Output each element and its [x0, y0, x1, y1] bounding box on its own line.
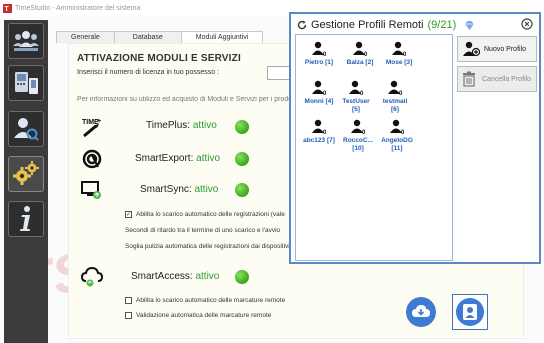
status-indicator-smartaccess: [235, 270, 249, 284]
svg-text:0: 0: [362, 130, 366, 135]
user-badge-icon: [463, 304, 477, 320]
sidebar-info-button[interactable]: [8, 201, 44, 237]
license-label: Inserisci il numero di licenza in tuo po…: [77, 69, 220, 76]
dialog-title-text: Gestione Profili Remoti: [311, 19, 424, 31]
timestudio-logo-icon: T: [3, 3, 12, 13]
sidebar: [4, 20, 48, 343]
dialog-title: Gestione Profili Remoti (9/21): [297, 19, 475, 31]
profile-item[interactable]: 0 Pietro [1]: [300, 41, 338, 67]
cloud-download-button[interactable]: [406, 297, 436, 327]
panel-heading: ATTIVAZIONE MODULI E SERVIZI: [77, 53, 241, 64]
profile-item[interactable]: 0 Balza [2]: [341, 41, 379, 67]
svg-text:T: T: [4, 4, 9, 13]
module-status: attivo: [194, 184, 219, 195]
user-icon: 0: [351, 119, 366, 136]
timeplus-icon: TIME +: [81, 116, 103, 138]
user-search-icon: [14, 118, 39, 141]
user-icon: 0: [388, 80, 403, 97]
remote-profiles-button[interactable]: [452, 294, 488, 330]
remote-profiles-dialog: Gestione Profili Remoti (9/21) 0 Pietro …: [289, 12, 541, 264]
profile-item[interactable]: 0 RoccoC... [10]: [341, 119, 375, 153]
svg-text:0: 0: [399, 91, 403, 96]
info-icon: [20, 206, 30, 231]
user-icon: 0: [312, 41, 327, 58]
user-icon: 0: [392, 41, 407, 58]
module-smartsync: SmartSync: attivo: [140, 184, 219, 195]
gears-icon: [13, 161, 39, 185]
user-icon: 0: [349, 80, 364, 97]
sidebar-users-button[interactable]: [8, 23, 44, 59]
profile-badge: [456, 298, 484, 326]
smartsync-auto-download-option[interactable]: ✓ Abilita lo scarico automatico delle re…: [125, 211, 301, 218]
trash-icon: [463, 71, 475, 87]
smartsync-delay-label: Secondi di ritardo tra il termine di uno…: [125, 227, 281, 234]
refresh-icon[interactable]: [297, 20, 307, 30]
profile-count: (9/21): [427, 19, 457, 31]
svg-text:0: 0: [403, 52, 407, 57]
add-user-icon: [463, 41, 480, 57]
users-group-icon: [13, 31, 39, 51]
user-icon: 0: [353, 41, 368, 58]
tab-moduli-aggiuntivi[interactable]: Moduli Aggiuntivi: [180, 31, 264, 43]
tab-generale[interactable]: Generale: [56, 31, 115, 43]
status-indicator-timeplus: [235, 120, 249, 134]
svg-text:0: 0: [364, 52, 368, 57]
devices-icon: [15, 72, 38, 94]
profile-item[interactable]: 0 testmail [6]: [380, 80, 410, 114]
window-title: TimeStudio - Amministratore del sistema: [15, 4, 141, 12]
new-profile-button[interactable]: Nuovo Profilo: [457, 36, 537, 62]
profile-item[interactable]: 0 abc123 [7]: [300, 119, 338, 145]
user-icon: 0: [312, 80, 327, 97]
module-smartexport: SmartExport: attivo: [135, 153, 221, 164]
profile-item[interactable]: 0 TestUser [5]: [341, 80, 371, 114]
module-status: attivo: [195, 271, 220, 282]
svg-text:0: 0: [323, 91, 327, 96]
svg-text:0: 0: [323, 130, 327, 135]
close-icon[interactable]: [521, 18, 533, 30]
smartsync-cleanup-label: Soglia pulizia automatica delle registra…: [125, 243, 290, 250]
svg-text:0: 0: [323, 52, 327, 57]
sidebar-devices-button[interactable]: [8, 65, 44, 101]
smartaccess-auto-validate-option[interactable]: Validazione automatica delle marcature r…: [125, 312, 271, 319]
module-status: attivo: [196, 153, 221, 164]
status-indicator-smartsync: [235, 183, 249, 197]
smartaccess-auto-download-option[interactable]: Abilita lo scarico automatico delle marc…: [125, 297, 285, 304]
profile-item[interactable]: 0 Mose [3]: [380, 41, 418, 67]
smartexport-icon: [81, 148, 103, 170]
module-status: attivo: [192, 120, 217, 131]
sidebar-settings-button[interactable]: [8, 156, 44, 192]
svg-text:0: 0: [360, 91, 364, 96]
tab-bar: Generale Database Moduli Aggiuntivi: [56, 31, 264, 43]
checkbox-unchecked[interactable]: [125, 312, 132, 319]
module-smartaccess: SmartAccess: attivo: [131, 271, 220, 282]
svg-text:0: 0: [401, 130, 405, 135]
diamond-icon: [465, 20, 475, 30]
checkbox-unchecked[interactable]: [125, 297, 132, 304]
profile-item[interactable]: 0 Monni [4]: [300, 80, 338, 106]
user-icon: 0: [312, 119, 327, 136]
checkbox-checked[interactable]: ✓: [125, 211, 132, 218]
profile-item[interactable]: 0 AngeloDG [11]: [380, 119, 414, 153]
sidebar-user-search-button[interactable]: [8, 111, 44, 147]
smartaccess-icon: [81, 266, 103, 288]
profiles-list: 0 Pietro [1] 0 Balza [2] 0 Mose [3] 0 Mo…: [295, 34, 453, 261]
cloud-download-icon: [412, 305, 430, 317]
status-indicator-smartexport: [235, 152, 249, 166]
info-text: Per informazioni su utilizzo ed acquisto…: [77, 96, 297, 103]
delete-profile-button[interactable]: Cancella Profilo: [457, 66, 537, 92]
tab-database[interactable]: Database: [113, 31, 182, 43]
module-timeplus: TimePlus: attivo: [146, 120, 217, 131]
user-icon: 0: [390, 119, 405, 136]
smartsync-icon: [81, 179, 103, 201]
svg-text:+: +: [97, 118, 101, 125]
